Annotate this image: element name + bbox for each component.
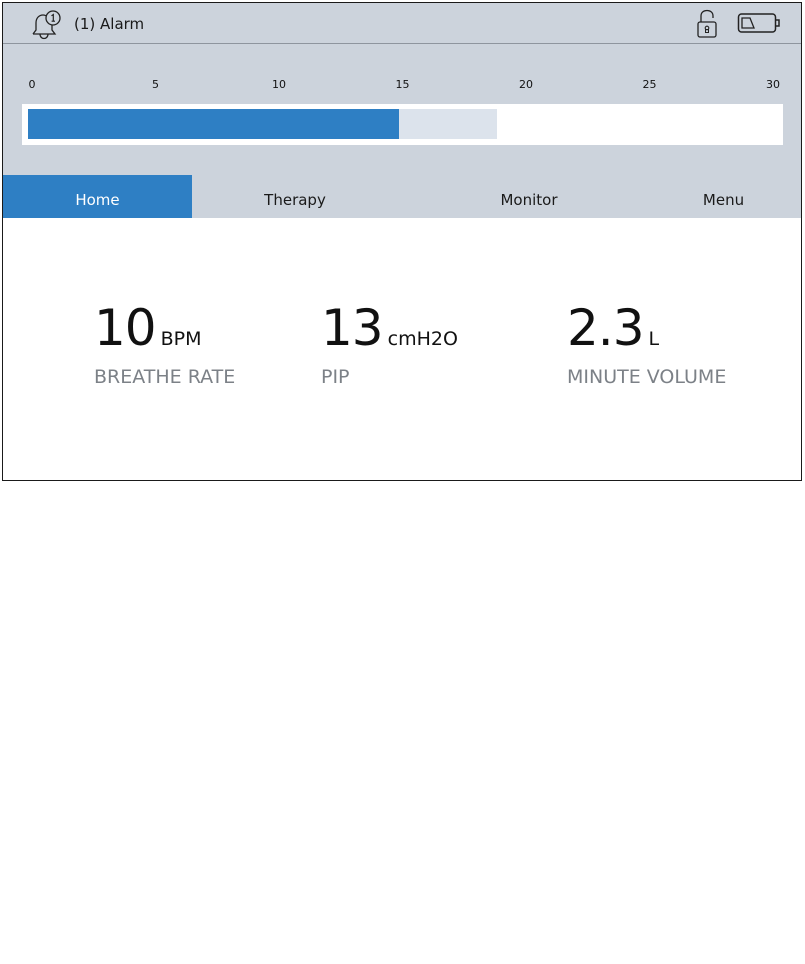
gauge-tick-label: 20 bbox=[519, 78, 533, 91]
metric-label: PIP bbox=[321, 366, 350, 388]
gauge-value-bar bbox=[28, 109, 399, 139]
tab-monitor[interactable]: Monitor bbox=[423, 175, 635, 218]
gauge-tick-label: 25 bbox=[642, 78, 657, 91]
ventilator-screen: (1) Alarm 0 5 10 15 20 25 30 Home Therap… bbox=[2, 2, 802, 481]
battery-low-icon bbox=[737, 12, 781, 34]
metric-value: 13 bbox=[321, 299, 384, 357]
gauge-tick-label: 10 bbox=[272, 78, 286, 91]
gauge-track bbox=[22, 104, 783, 145]
metric-pip: 13 cmH2O PIP bbox=[321, 303, 458, 388]
metric-value: 2.3 bbox=[567, 299, 645, 357]
metric-unit: BPM bbox=[160, 328, 202, 350]
metric-breathe-rate: 10 BPM BREATHE RATE bbox=[94, 303, 235, 388]
metric-unit: cmH2O bbox=[387, 328, 458, 350]
gauge-tick-label: 30 bbox=[766, 78, 780, 91]
status-bar: (1) Alarm bbox=[3, 3, 801, 44]
bell-with-clock-icon[interactable] bbox=[29, 10, 63, 40]
unlocked-padlock-icon[interactable] bbox=[696, 9, 718, 39]
gauge-tick-label: 15 bbox=[395, 78, 410, 91]
metric-label: MINUTE VOLUME bbox=[567, 366, 727, 388]
metric-label: BREATHE RATE bbox=[94, 366, 236, 388]
pressure-gauge: 0 5 10 15 20 25 30 bbox=[3, 44, 801, 175]
tab-home[interactable]: Home bbox=[3, 175, 192, 218]
metric-unit: L bbox=[648, 328, 660, 350]
tab-bar: Home Therapy Monitor Menu bbox=[3, 175, 801, 218]
gauge-tick-label: 5 bbox=[152, 78, 159, 91]
metric-minute-volume: 2.3 L MINUTE VOLUME bbox=[567, 303, 726, 388]
tab-menu[interactable]: Menu bbox=[635, 175, 801, 218]
alarm-label[interactable]: (1) Alarm bbox=[74, 15, 144, 33]
metric-value: 10 bbox=[94, 299, 157, 357]
gauge-tick-label: 0 bbox=[28, 78, 36, 91]
tab-therapy[interactable]: Therapy bbox=[192, 175, 398, 218]
